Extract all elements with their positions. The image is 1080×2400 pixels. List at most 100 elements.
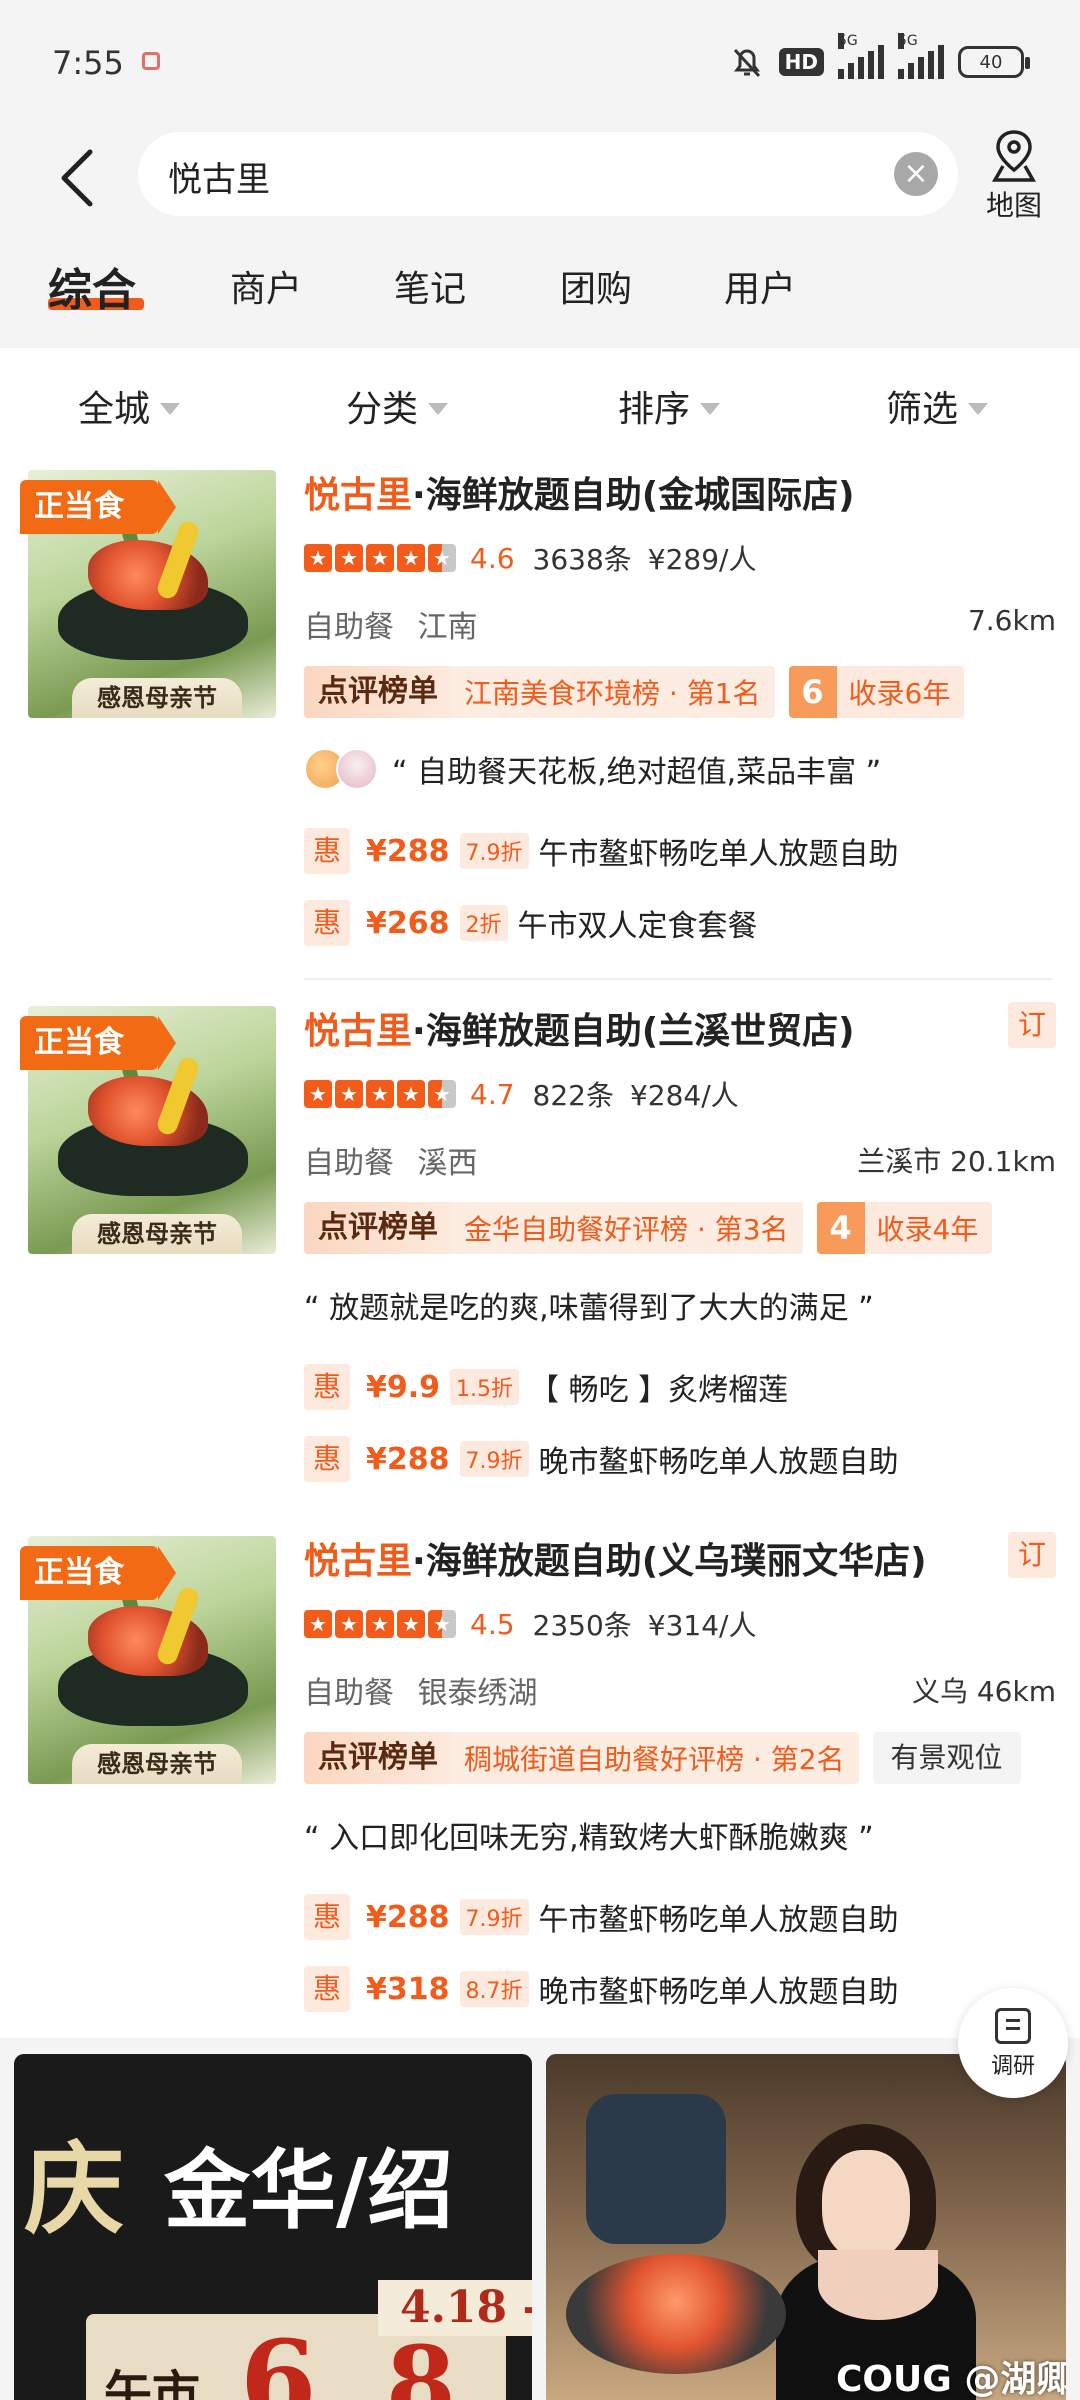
deal-tag: 惠 — [304, 1364, 350, 1410]
reservation-tag[interactable]: 订 — [1008, 1002, 1056, 1048]
map-label: 地图 — [985, 189, 1042, 222]
category-row: 自助餐 江南 7.6km — [304, 602, 1056, 646]
banner-number-1: 6 — [240, 2316, 317, 2400]
banner-headline: 金华/绍 — [164, 2140, 454, 2241]
tab-users[interactable]: 用户 — [724, 260, 796, 312]
survey-label: 调研 — [990, 2054, 1035, 2079]
map-button[interactable]: 地图 — [966, 128, 1062, 228]
tab-comprehensive[interactable]: 综合 — [48, 254, 136, 318]
deal-row[interactable]: 惠 ¥9.9 1.5折 【 畅吃 】炙烤榴莲 — [304, 1362, 788, 1412]
filter-bar: 全城 分类 排序 筛选 — [0, 370, 1080, 450]
years-number: 6 — [788, 666, 837, 718]
shop-district: 溪西 — [417, 1146, 478, 1181]
shop-card[interactable]: 感恩母亲节 正当食 悦古里·海鲜放题自助(义乌璞丽文华店) 订 ★ ★ ★ ★ ★ 4.… — [0, 1526, 1080, 2046]
deal-name: 午市鳌虾畅吃单人放题自助 — [538, 837, 899, 872]
rank-row: 点评榜单 江南美食环境榜 · 第1名 6 收录6年 — [304, 666, 965, 718]
quote-text: “ 放题就是吃的爽,味蕾得到了大大的满足 ” — [304, 1291, 874, 1326]
star-icon: ★ — [366, 544, 394, 572]
title-highlight: 悦古里 — [304, 475, 413, 516]
shop-district: 江南 — [417, 610, 478, 645]
avg-price: ¥284/人 — [629, 1079, 739, 1112]
shop-card[interactable]: 感恩母亲节 正当食 悦古里·海鲜放题自助(兰溪世贸店) 订 ★ ★ ★ ★ ★ 4.7 … — [0, 996, 1080, 1516]
search-query: 悦古里 — [168, 160, 270, 200]
category-row: 自助餐 溪西 兰溪市 20.1km — [304, 1138, 1056, 1182]
chevron-left-icon — [61, 149, 93, 207]
caret-down-icon — [160, 403, 181, 415]
deal-price: ¥268 — [366, 905, 450, 941]
feature-tag: 有景观位 — [872, 1732, 1021, 1784]
hd-voice-badge: HD — [778, 48, 824, 76]
ranking-badge[interactable]: 点评榜单 江南美食环境榜 · 第1名 — [304, 666, 775, 718]
half-star-icon: ★ — [428, 1610, 456, 1638]
shop-title[interactable]: 悦古里·海鲜放题自助(义乌璞丽文华店) — [304, 1532, 927, 1584]
map-pin-icon — [991, 130, 1037, 182]
ranking-badge[interactable]: 点评榜单 稠城街道自助餐好评榜 · 第2名 — [304, 1732, 859, 1784]
title-rest: ·海鲜放题自助(金城国际店) — [412, 475, 855, 516]
search-row: 悦古里 × 地图 — [0, 128, 1080, 232]
title-highlight: 悦古里 — [304, 1011, 413, 1052]
filter-sort[interactable]: 排序 — [618, 380, 721, 432]
title-rest: ·海鲜放题自助(义乌璞丽文华店) — [412, 1541, 927, 1582]
deal-row[interactable]: 惠 ¥318 8.7折 晚市鳌虾畅吃单人放题自助 — [304, 1964, 899, 2014]
shop-category: 自助餐 — [304, 1676, 394, 1711]
deal-discount: 7.9折 — [459, 833, 529, 869]
filter-screen[interactable]: 筛选 — [886, 380, 989, 432]
years-badge: 4 收录4年 — [816, 1202, 993, 1254]
deal-name: 午市双人定食套餐 — [517, 909, 758, 944]
back-button[interactable] — [50, 142, 106, 214]
star-icon: ★ — [366, 1080, 394, 1108]
promo-banner-left[interactable]: 庆 金华/绍 午市 6 8 4.18 - — [14, 2054, 532, 2400]
tab-group-buy[interactable]: 团购 — [560, 260, 632, 312]
deal-tag: 惠 — [304, 1966, 350, 2012]
banner-lower-text: 午市 — [104, 2366, 201, 2400]
deal-name: 晚市鳌虾畅吃单人放题自助 — [538, 1975, 899, 2010]
survey-icon — [995, 2008, 1031, 2044]
caret-down-icon — [968, 403, 989, 415]
reservation-tag[interactable]: 订 — [1008, 1532, 1056, 1578]
review-count: 2350条 — [532, 1609, 632, 1642]
tab-notes[interactable]: 笔记 — [394, 260, 466, 312]
deal-row[interactable]: 惠 ¥288 7.9折 午市鳌虾畅吃单人放题自助 — [304, 826, 899, 876]
star-icon: ★ — [335, 1610, 363, 1638]
review-quote[interactable]: “ 自助餐天花板,绝对超值,菜品丰富 ” — [304, 744, 881, 794]
quote-text: “ 入口即化回味无穷,精致烤大虾酥脆嫩爽 ” — [304, 1821, 874, 1856]
deal-row[interactable]: 惠 ¥288 7.9折 午市鳌虾畅吃单人放题自助 — [304, 1892, 899, 1942]
deal-name: 【 畅吃 】炙烤榴莲 — [529, 1373, 789, 1408]
review-count: 3638条 — [532, 543, 632, 576]
avatar — [336, 748, 378, 790]
shop-category: 自助餐 — [304, 610, 394, 645]
deal-discount: 8.7折 — [459, 1971, 529, 2007]
deal-price: ¥288 — [366, 1441, 450, 1477]
rating-row: ★ ★ ★ ★ ★ 4.7 822条 ¥284/人 — [304, 1076, 739, 1112]
shop-card[interactable]: 感恩母亲节 正当食 悦古里·海鲜放题自助(金城国际店) ★ ★ ★ ★ ★ 4.6 36… — [0, 460, 1080, 980]
featured-ribbon: 正当食 — [20, 480, 176, 534]
shop-category: 自助餐 — [304, 1146, 394, 1181]
caret-down-icon — [700, 403, 721, 415]
promo-banner-right[interactable]: COUG @湖卿 — [546, 2054, 1066, 2400]
ranking-badge[interactable]: 点评榜单 金华自助餐好评榜 · 第3名 — [304, 1202, 803, 1254]
shop-distance: 兰溪市 20.1km — [857, 1145, 1056, 1178]
shop-title[interactable]: 悦古里·海鲜放题自助(金城国际店) — [304, 466, 855, 518]
star-icon: ★ — [397, 544, 425, 572]
clear-search-button[interactable]: × — [894, 152, 938, 196]
star-icon: ★ — [335, 544, 363, 572]
review-quote[interactable]: “ 入口即化回味无穷,精致烤大虾酥脆嫩爽 ” — [304, 1810, 874, 1860]
card-divider — [304, 978, 1052, 980]
thumb-caption: 感恩母亲节 — [72, 678, 242, 718]
banner-date: 4.18 - — [378, 2280, 532, 2336]
photo-background-figure — [586, 2094, 726, 2244]
battery-level: 40 — [979, 51, 1003, 73]
banner-char: 庆 — [24, 2130, 124, 2248]
deal-tag: 惠 — [304, 1436, 350, 1482]
photo-person-face — [822, 2150, 910, 2260]
tab-merchants[interactable]: 商户 — [230, 260, 302, 312]
survey-button[interactable]: 调研 — [958, 1988, 1068, 2098]
title-rest: ·海鲜放题自助(兰溪世贸店) — [412, 1011, 855, 1052]
filter-area[interactable]: 全城 — [78, 380, 181, 432]
deal-row[interactable]: 惠 ¥288 7.9折 晚市鳌虾畅吃单人放题自助 — [304, 1434, 899, 1484]
filter-category[interactable]: 分类 — [346, 380, 449, 432]
review-quote[interactable]: “ 放题就是吃的爽,味蕾得到了大大的满足 ” — [304, 1280, 874, 1330]
search-input[interactable]: 悦古里 × — [138, 132, 958, 216]
shop-title[interactable]: 悦古里·海鲜放题自助(兰溪世贸店) — [304, 1002, 855, 1054]
deal-row[interactable]: 惠 ¥268 2折 午市双人定食套餐 — [304, 898, 758, 948]
